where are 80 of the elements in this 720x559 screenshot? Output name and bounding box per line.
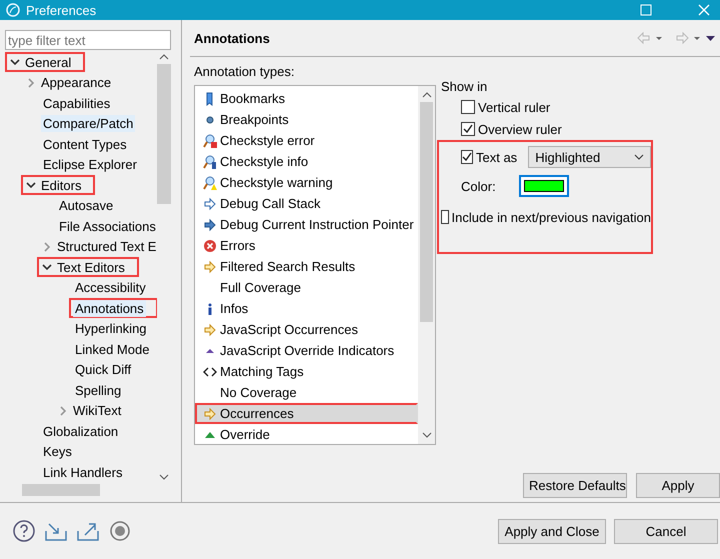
list-item[interactable]: JavaScript Occurrences xyxy=(195,319,418,340)
tree-item[interactable]: Spelling xyxy=(73,382,124,399)
checkbox-label: Include in next/previous navigation xyxy=(452,210,651,225)
list-item[interactable]: Checkstyle info xyxy=(195,151,418,172)
tree-item[interactable]: Annotations xyxy=(73,300,146,317)
tree-item[interactable]: Editors xyxy=(39,176,84,194)
tree-item[interactable]: WikiText xyxy=(71,402,124,420)
list-item[interactable]: No Coverage xyxy=(195,382,418,404)
list-item[interactable]: Debug Call Stack xyxy=(195,193,418,214)
tree-item[interactable]: Autosave xyxy=(57,197,116,214)
tree-item[interactable]: Link Handlers xyxy=(41,464,124,481)
tree-item[interactable]: Content Types xyxy=(41,136,129,153)
list-item[interactable]: Occurrences xyxy=(195,403,418,424)
magnifier-icon xyxy=(203,176,217,190)
filter-field[interactable]: type filter text xyxy=(5,30,171,50)
color-label: Color: xyxy=(461,178,496,194)
color-button[interactable] xyxy=(518,175,569,198)
checkbox-label: Vertical ruler xyxy=(478,100,550,115)
arrow-icon xyxy=(203,322,217,337)
chevron-down-icon xyxy=(634,153,644,162)
angle-brackets-icon xyxy=(203,364,217,379)
navigation-arrows-icon[interactable] xyxy=(636,31,716,46)
scroll-up-icon[interactable] xyxy=(422,92,432,98)
arrow-icon xyxy=(203,218,217,232)
list-item[interactable]: Debug Current Instruction Pointer xyxy=(195,214,418,236)
help-icon[interactable] xyxy=(12,519,36,543)
tree-item[interactable]: File Associations xyxy=(57,218,157,235)
list-item[interactable]: Checkstyle warning xyxy=(195,172,418,194)
list-item[interactable]: JavaScript Override Indicators xyxy=(195,340,418,362)
button[interactable]: Restore Defaults xyxy=(523,473,627,498)
magnifier-icon xyxy=(203,134,217,148)
maximize-icon[interactable] xyxy=(640,4,652,16)
list-item[interactable]: Filtered Search Results xyxy=(195,256,418,278)
scrollbar[interactable] xyxy=(418,86,435,444)
tree-item[interactable]: Capabilities xyxy=(41,94,112,112)
window-title: Preferences xyxy=(26,2,98,18)
page-title: Annotations xyxy=(193,30,271,46)
scroll-down-icon[interactable] xyxy=(422,432,432,438)
arrow-icon xyxy=(203,406,217,421)
magnifier-icon xyxy=(203,154,217,169)
close-icon[interactable] xyxy=(698,4,710,16)
list-item[interactable]: Bookmarks xyxy=(195,88,418,110)
button[interactable]: Apply and Close xyxy=(498,518,606,544)
section-label: Show in xyxy=(441,79,488,94)
checkbox-label: Text as xyxy=(476,150,518,165)
tree-item[interactable]: Compare/Patch xyxy=(41,115,136,132)
list-item[interactable]: Matching Tags xyxy=(195,361,418,382)
tree-item[interactable]: Text Editors xyxy=(55,258,127,276)
tree-item[interactable]: Structured Text E xyxy=(55,238,157,256)
scroll-down-icon[interactable] xyxy=(159,474,169,480)
arrow-icon xyxy=(203,196,217,211)
app-logo-icon xyxy=(6,3,20,17)
checkbox-label: Overview ruler xyxy=(478,122,562,137)
button[interactable]: Apply xyxy=(636,473,720,498)
list-item[interactable]: Errors xyxy=(195,235,418,256)
checkbox[interactable] xyxy=(461,150,473,164)
list-item[interactable]: Override xyxy=(195,424,418,444)
list-label: Annotation types: xyxy=(194,64,296,80)
list-item[interactable]: Checkstyle error xyxy=(195,130,418,152)
checkbox[interactable] xyxy=(441,210,449,224)
scroll-up-icon[interactable] xyxy=(159,54,169,60)
tree-item[interactable]: Keys xyxy=(41,443,74,460)
list-item[interactable]: Breakpoints xyxy=(195,109,418,130)
tree-item[interactable]: Appearance xyxy=(39,74,114,92)
list-item[interactable]: Full Coverage xyxy=(195,277,418,298)
checkbox[interactable] xyxy=(461,100,475,114)
tree-item[interactable]: Globalization xyxy=(41,422,120,440)
tree-item[interactable]: Accessibility xyxy=(73,279,148,296)
tree-item[interactable]: General xyxy=(23,54,74,71)
checkbox[interactable] xyxy=(461,122,475,136)
style-dropdown[interactable]: Highlighted xyxy=(528,146,651,168)
list-item[interactable]: Infos xyxy=(195,298,418,320)
button[interactable]: Cancel xyxy=(614,518,718,544)
error-icon xyxy=(203,238,217,253)
record-icon[interactable] xyxy=(108,519,132,543)
tree-item[interactable]: Linked Mode xyxy=(73,340,152,358)
tree-item[interactable]: Hyperlinking xyxy=(73,320,149,338)
arrow-icon xyxy=(203,260,217,274)
tree-item[interactable]: Quick Diff xyxy=(73,361,134,378)
tree-item[interactable]: Eclipse Explorer xyxy=(41,156,139,174)
